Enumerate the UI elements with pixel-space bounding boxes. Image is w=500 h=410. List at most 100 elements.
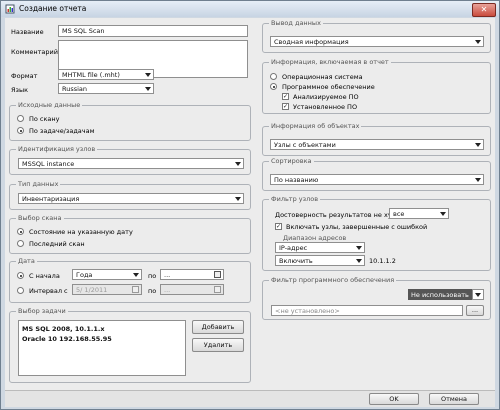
task-group-title: Выбор задачи [16, 307, 68, 315]
state-on-date-radio[interactable] [17, 228, 24, 235]
last-scan-radio[interactable] [17, 240, 24, 247]
objects-dropdown[interactable]: Узлы с объектами [270, 139, 484, 150]
info-group: Информация, включаемая в отчет Операцион… [262, 58, 491, 114]
cancel-button[interactable]: Отмена [429, 393, 479, 405]
report-dialog: Создание отчета ✕ Название MS SQL Scan К… [0, 0, 500, 410]
os-label: Операционная система [282, 73, 363, 81]
dialog-body: Название MS SQL Scan Комментарий: Формат… [5, 18, 495, 407]
language-value: Russian [62, 85, 88, 93]
host-filter-group: Фильтр узлов Достоверность результатов н… [262, 195, 491, 271]
comment-label: Комментарий: [11, 48, 61, 56]
sort-group-title: Сортировка [269, 157, 314, 165]
host-ident-group: Идентификация узлов MSSQL instance [9, 145, 251, 175]
data-type-dropdown[interactable]: Инвентаризация [18, 193, 244, 204]
software-filter-field[interactable]: <не установлено> [271, 305, 463, 316]
chevron-down-icon [235, 197, 241, 201]
include-failed-checkbox[interactable]: ✓ [275, 223, 282, 230]
installed-software-checkbox[interactable]: ✓ [282, 103, 289, 110]
data-type-group: Тип данных Инвентаризация [9, 180, 251, 210]
sort-value: По названию [274, 176, 319, 184]
chevron-down-icon [475, 293, 481, 297]
chevron-down-icon [356, 259, 362, 263]
ok-button[interactable]: OK [369, 393, 419, 405]
source-by-task-radio[interactable] [17, 127, 24, 134]
task-group: Выбор задачи MS SQL 2008, 10.1.1.x Oracl… [9, 307, 251, 383]
source-group-title: Исходные данные [16, 101, 83, 109]
name-label: Название [11, 28, 44, 36]
delete-button[interactable]: Удалить [192, 338, 244, 352]
include-mode-value: Включить [279, 257, 313, 265]
objects-group-title: Информация об объектах [269, 122, 362, 130]
output-group: Вывод данных Сводная информация [262, 19, 491, 53]
name-input[interactable]: MS SQL Scan [58, 25, 248, 37]
sort-group: Сортировка По названию [262, 157, 491, 191]
reliability-value: все [393, 210, 405, 218]
add-button[interactable]: Добавить [192, 320, 244, 334]
output-value: Сводная информация [274, 38, 349, 46]
source-group: Исходные данные По скану По задаче/задач… [9, 101, 251, 141]
language-dropdown[interactable]: Russian [58, 83, 154, 94]
interval-to-value: ... [164, 286, 171, 294]
analyzed-software-checkbox[interactable]: ✓ [282, 93, 289, 100]
interval-to-picker[interactable]: ... [160, 284, 224, 295]
window-title: Создание отчета [19, 4, 87, 13]
to-date-picker[interactable]: ... [160, 269, 224, 280]
language-label: Язык [11, 86, 29, 94]
info-group-title: Информация, включаемая в отчет [269, 58, 391, 66]
format-dropdown[interactable]: MHTML file (.mht) [58, 69, 154, 80]
from-start-dropdown[interactable]: Года [72, 269, 142, 280]
report-icon [5, 4, 15, 14]
sort-dropdown[interactable]: По названию [270, 174, 484, 185]
interval-radio[interactable] [17, 287, 24, 294]
from-start-radio[interactable] [17, 272, 24, 279]
interval-label: Интервал с [29, 287, 68, 295]
host-ident-dropdown[interactable]: MSSQL instance [18, 158, 244, 169]
software-filter-mode-arrow[interactable] [472, 289, 484, 300]
list-item[interactable]: MS SQL 2008, 10.1.1.x [19, 324, 185, 334]
source-by-scan-radio[interactable] [17, 115, 24, 122]
objects-value: Узлы с объектами [274, 141, 336, 149]
task-list[interactable]: MS SQL 2008, 10.1.1.x Oracle 10 192.168.… [18, 320, 186, 376]
chevron-down-icon [356, 246, 362, 250]
format-value: MHTML file (.mht) [62, 71, 120, 79]
reliability-dropdown[interactable]: все [389, 208, 449, 219]
data-type-value: Инвентаризация [22, 195, 80, 203]
software-filter-mode-dropdown[interactable]: Не использовать [408, 289, 472, 300]
objects-group: Информация об объектах Узлы с объектами [262, 122, 491, 156]
date-group: Дата С начала Года по ... Интервал с 5/ … [9, 257, 251, 303]
analyzed-software-label: Анализируемое ПО [293, 93, 359, 101]
chevron-down-icon [440, 212, 446, 216]
host-ident-value: MSSQL instance [22, 160, 75, 168]
source-by-task-label: По задаче/задачам [29, 127, 95, 135]
host-ident-group-title: Идентификация узлов [16, 145, 98, 153]
title-bar: Создание отчета ✕ [1, 1, 499, 17]
software-filter-group-title: Фильтр программного обеспечения [269, 276, 397, 284]
close-button[interactable]: ✕ [472, 3, 496, 17]
calendar-icon [214, 271, 221, 278]
chevron-down-icon [145, 73, 151, 77]
to-label: по [148, 272, 157, 280]
software-label: Программное обеспечение [282, 83, 375, 91]
interval-from-value: 5/ 1/2011 [76, 286, 108, 294]
output-dropdown[interactable]: Сводная информация [270, 36, 484, 47]
to-date-value: ... [164, 271, 171, 279]
address-type-dropdown[interactable]: IP-адрес [275, 242, 365, 253]
os-radio[interactable] [270, 73, 277, 80]
browse-button[interactable]: ... [466, 305, 484, 316]
data-type-group-title: Тип данных [16, 180, 61, 188]
reliability-label: Достоверность результатов не хуже [275, 211, 402, 219]
software-filter-mode-value: Не использовать [411, 291, 469, 299]
chevron-down-icon [475, 143, 481, 147]
address-type-value: IP-адрес [279, 244, 308, 252]
list-item[interactable]: Oracle 10 192.168.55.95 [19, 334, 185, 344]
installed-software-label: Установленное ПО [293, 103, 358, 111]
date-group-title: Дата [16, 257, 37, 265]
scan-select-group: Выбор скана Состояние на указанную дату … [9, 214, 251, 254]
from-start-label: С начала [29, 272, 60, 280]
chevron-down-icon [145, 87, 151, 91]
include-mode-dropdown[interactable]: Включить [275, 255, 365, 266]
include-failed-label: Включать узлы, завершенные с ошибкой [286, 223, 428, 231]
state-on-date-label: Состояние на указанную дату [29, 228, 133, 236]
interval-from-picker[interactable]: 5/ 1/2011 [72, 284, 142, 295]
software-radio[interactable] [270, 83, 277, 90]
